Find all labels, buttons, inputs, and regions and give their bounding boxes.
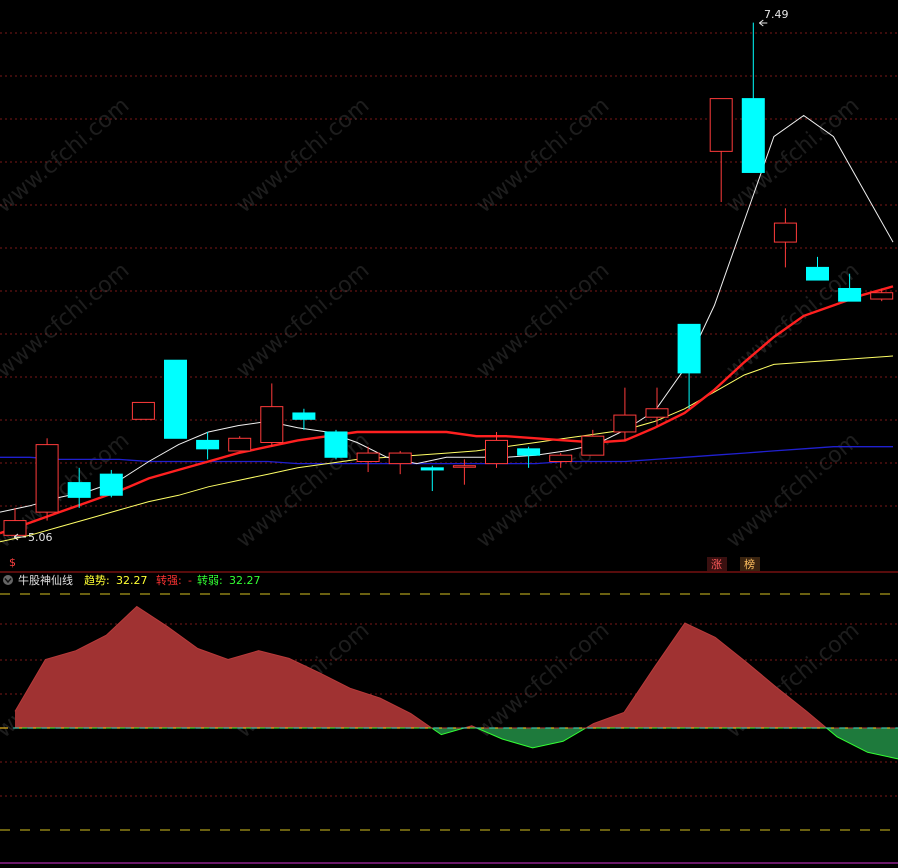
- trend-area-negative: [15, 728, 898, 759]
- marker-bang: 榜: [744, 557, 755, 571]
- candle-body-15: [485, 439, 508, 465]
- candle-body-25: [806, 266, 829, 281]
- candle-body-20: [645, 408, 669, 418]
- candle-body-14: [452, 465, 476, 468]
- candle-body-11: [356, 452, 380, 462]
- high-price-label: 7.49: [764, 8, 789, 21]
- watermark-text-6: www.cfchi.com: [472, 258, 614, 383]
- stock-chart: www.cfchi.com www.cfchi.com www.cfchi.com w…: [0, 8, 898, 864]
- indicator-legend: 牛股神仙线 趋势: 32.27 转强: - 转弱: 32.27: [3, 573, 261, 587]
- annotations: 7.49 5.06 $ 涨 榜: [9, 8, 789, 571]
- weak-value: 32.27: [229, 574, 261, 587]
- trend-area-positive: [15, 606, 898, 728]
- candle-body-9: [292, 412, 316, 420]
- candle-body-27: [870, 292, 894, 300]
- candle-body-17: [549, 454, 573, 462]
- watermark-text-9: www.cfchi.com: [232, 428, 374, 553]
- trend-line-negative: [15, 727, 898, 760]
- moving-averages: [0, 114, 894, 543]
- candle-body-0: [3, 520, 27, 536]
- candle-body-8: [260, 406, 284, 444]
- candle-body-5: [164, 359, 187, 439]
- candle-body-10: [324, 431, 348, 458]
- candle-body-24: [773, 222, 797, 243]
- indicator-panel: [0, 605, 898, 760]
- watermark-text-1: www.cfchi.com: [232, 93, 374, 218]
- candle-body-23: [741, 98, 765, 173]
- candle-body-19: [613, 414, 637, 433]
- watermark-text-5: www.cfchi.com: [232, 258, 374, 383]
- watermark-text-0: www.cfchi.com: [0, 93, 134, 218]
- collapse-icon[interactable]: [3, 575, 13, 585]
- low-price-label: 5.06: [28, 531, 53, 544]
- chart-area: www.cfchi.com www.cfchi.com www.cfchi.com w…: [0, 0, 898, 868]
- candle-body-7: [228, 437, 252, 452]
- trend-value: 32.27: [116, 574, 148, 587]
- trend-label: 趋势:: [84, 574, 110, 587]
- strong-label: 转强:: [156, 573, 182, 587]
- candle-body-26: [838, 287, 862, 302]
- candle-body-1: [35, 444, 59, 513]
- candle-body-13: [420, 467, 444, 471]
- candle-body-2: [67, 482, 91, 498]
- watermark-text-2: www.cfchi.com: [472, 93, 614, 218]
- candle-body-16: [517, 448, 541, 456]
- candle-body-6: [196, 439, 220, 450]
- candle-body-4: [131, 401, 155, 420]
- candle-body-3: [99, 473, 123, 496]
- indicator-name: 牛股神仙线: [18, 573, 73, 587]
- candle-body-21: [677, 323, 701, 374]
- weak-label: 转弱:: [197, 573, 223, 587]
- strong-value: -: [188, 574, 192, 587]
- candle-body-22: [709, 98, 733, 152]
- small-dollar-marker: $: [9, 556, 16, 569]
- candle-body-18: [581, 435, 605, 456]
- marker-zhang: 涨: [711, 558, 722, 571]
- candle-body-12: [388, 452, 412, 465]
- ma-blue-line: [0, 446, 893, 465]
- candlesticks: [3, 22, 894, 536]
- watermark-text-4: www.cfchi.com: [0, 258, 134, 383]
